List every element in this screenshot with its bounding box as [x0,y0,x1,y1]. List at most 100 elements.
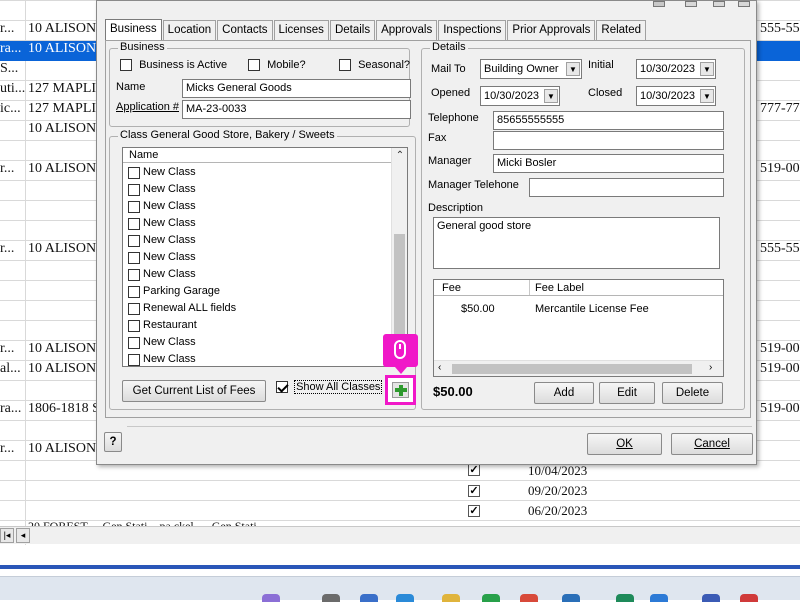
business-active-box[interactable] [120,59,132,72]
class-list-item[interactable]: New Class [128,181,196,198]
background-checkbox[interactable]: ✓ [468,485,480,497]
class-list-item[interactable]: New Class [128,215,196,232]
tab-inspections[interactable]: Inspections [438,20,507,40]
taskbar-app-icon[interactable] [482,594,500,602]
class-list-item[interactable]: New Class [128,351,196,368]
class-item-checkbox[interactable] [128,183,140,196]
get-current-fees-button[interactable]: Get Current List of Fees [122,380,266,402]
tab-details[interactable]: Details [329,20,376,40]
background-address-cell[interactable]: 10 ALISON [28,21,96,37]
taskbar-app-icon[interactable] [616,594,634,602]
background-checkbox[interactable]: ✓ [468,505,480,517]
seasonal-box[interactable] [339,59,351,72]
mobile-checkbox[interactable]: Mobile? [248,59,306,72]
background-phone-cell[interactable]: 555-55 [760,21,800,37]
edit-fee-button[interactable]: Edit [599,382,655,404]
class-list-item[interactable]: Parking Garage [128,283,220,300]
background-address-cell[interactable]: 127 MAPLI [28,81,96,97]
titlebar-icon[interactable] [738,1,750,7]
background-cell[interactable]: uti... [0,81,25,97]
scroll-up-icon[interactable]: ⌃ [392,150,408,161]
background-address-cell[interactable]: 10 ALISON [28,341,96,357]
taskbar-app-icon[interactable] [520,594,538,602]
fee-label-column-header[interactable]: Fee Label [535,282,584,294]
mail-to-dropdown[interactable]: Building Owner ▼ [480,59,582,79]
fax-field[interactable] [493,131,724,150]
scroll-first-icon[interactable]: |◂ [0,528,14,543]
taskbar-app-icon[interactable] [562,594,580,602]
background-phone-cell[interactable]: 777-77 [760,101,800,117]
class-list[interactable]: Name New Class New Class New Class New Clas… [122,147,408,367]
class-list-item[interactable]: Restaurant [128,317,197,334]
class-list-item[interactable]: New Class [128,232,196,249]
class-item-checkbox[interactable] [128,319,140,332]
description-field[interactable]: General good store [433,217,720,269]
business-active-checkbox[interactable]: Business is Active [120,59,227,72]
class-item-checkbox[interactable] [128,336,140,349]
background-address-cell[interactable]: 10 ALISON [28,361,96,377]
telephone-field[interactable]: 85655555555 [493,111,724,130]
titlebar-icon[interactable] [653,1,665,7]
taskbar-app-icon[interactable] [650,594,668,602]
background-address-cell[interactable]: 10 ALISON [28,41,96,57]
background-phone-cell[interactable]: 519-00 [760,401,800,417]
class-item-checkbox[interactable] [128,234,140,247]
background-cell[interactable]: r... [0,341,14,357]
background-phone-cell[interactable]: 555-55 [760,241,800,257]
opened-date-picker[interactable]: 10/30/2023 ▼ [480,86,560,106]
initial-date-picker[interactable]: 10/30/2023 ▼ [636,59,716,79]
closed-date-picker[interactable]: 10/30/2023 ▼ [636,86,716,106]
tab-contacts[interactable]: Contacts [217,20,273,40]
background-address-cell[interactable]: 10 ALISON [28,161,96,177]
background-address-cell[interactable]: 127 MAPLI [28,101,96,117]
background-address-cell[interactable]: 10 ALISON [28,121,96,137]
taskbar-app-icon[interactable] [702,594,720,602]
background-cell[interactable]: r... [0,161,14,177]
tab-business[interactable]: Business [105,19,162,41]
ok-button[interactable]: OK [587,433,662,455]
background-address-cell[interactable]: 10 ALISON [28,441,96,457]
chevron-down-icon[interactable]: ▼ [700,89,714,103]
scroll-left-icon[interactable]: ‹ [438,362,441,373]
taskbar-app-icon[interactable] [740,594,758,602]
show-all-classes-box[interactable] [276,381,288,394]
class-item-checkbox[interactable] [128,302,140,315]
class-list-item[interactable]: New Class [128,164,196,181]
background-cell[interactable]: r... [0,21,14,37]
tab-approvals[interactable]: Approvals [376,20,438,40]
background-cell[interactable]: r... [0,441,14,457]
taskbar-app-icon[interactable] [360,594,378,602]
tab-related[interactable]: Related [596,20,647,40]
class-list-item[interactable]: Renewal ALL fields [128,300,236,317]
background-cell[interactable]: ra... [0,41,21,57]
mobile-box[interactable] [248,59,260,72]
class-list-item[interactable]: New Class [128,198,196,215]
chevron-down-icon[interactable]: ▼ [566,62,580,76]
taskbar-app-icon[interactable] [262,594,280,602]
background-address-cell[interactable]: 10 ALISON [28,241,96,257]
class-item-checkbox[interactable] [128,200,140,213]
show-all-classes-checkbox[interactable]: Show All Classes [276,380,383,395]
fee-list-scroll-thumb[interactable] [452,364,692,374]
cancel-button[interactable]: Cancel [671,433,753,455]
taskbar-app-icon[interactable] [396,594,414,602]
class-list-item[interactable]: New Class [128,266,196,283]
add-fee-button[interactable]: Add [534,382,594,404]
taskbar-app-icon[interactable] [322,594,340,602]
background-phone-cell[interactable]: 519-00 [760,161,800,177]
class-item-checkbox[interactable] [128,217,140,230]
help-button[interactable]: ? [104,432,122,452]
manager-telephone-field[interactable] [529,178,724,197]
class-item-checkbox[interactable] [128,285,140,298]
background-cell[interactable]: ic... [0,101,21,117]
background-address-cell[interactable]: 1806-1818 S [28,401,100,417]
background-horizontal-scrollbar[interactable]: |◂ ◂ [0,526,800,544]
fee-list[interactable]: Fee Fee Label $50.00 Mercantile License … [433,279,724,377]
background-cell[interactable]: S... [0,61,18,77]
tab-prior-approvals[interactable]: Prior Approvals [507,20,596,40]
titlebar-icon[interactable] [685,1,697,7]
chevron-down-icon[interactable]: ▼ [544,89,558,103]
application-number-field[interactable]: MA-23-0033 [182,100,411,119]
fee-list-horizontal-scrollbar[interactable]: ‹ › [434,360,723,376]
titlebar-icon[interactable] [713,1,725,7]
